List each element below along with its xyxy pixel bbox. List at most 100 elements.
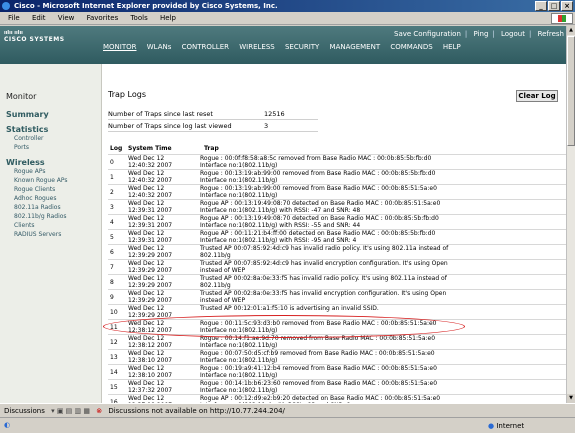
sidebar-item-adhoc-rogues[interactable]: Adhoc Rogues [14, 194, 102, 203]
page-viewport: ıılıı ıılıı CISCO SYSTEMS Save Configura… [0, 26, 566, 403]
minimize-button[interactable]: _ [535, 1, 547, 11]
summary-label: Number of Traps since log last viewed [108, 122, 232, 130]
window-title: Cisco - Microsoft Internet Explorer prov… [14, 2, 278, 10]
table-row: 0 Wed Dec 12 12:40:32 2007 Rogue : 00:0f:f8… [108, 154, 566, 169]
trap-message: Trusted AP 00:07:85:92:4d:c9 has invalid… [200, 260, 560, 274]
trap-message: Trusted AP 00:02:8a:0e:33:f5 has invalid… [200, 290, 560, 304]
trap-message: Rogue : 00:19:a9:41:12:b4 removed from B… [200, 365, 560, 379]
nav-management[interactable]: MANAGEMENT [330, 43, 381, 51]
clear-log-button[interactable]: Clear Log [516, 90, 558, 102]
nav-controller[interactable]: CONTROLLER [182, 43, 229, 51]
sidebar: Monitor Summary Statistics Controller Po… [0, 64, 102, 403]
vertical-scrollbar[interactable]: ▲ ▼ [566, 26, 575, 403]
ie-logo-icon [2, 2, 10, 10]
sidebar-item-rogue-clients[interactable]: Rogue Clients [14, 185, 102, 194]
table-row: 4 Wed Dec 12 12:39:31 2007 Rogue AP : 00:13… [108, 214, 566, 229]
summary-label: Number of Traps since last reset [108, 110, 213, 118]
log-number: 0 [110, 159, 114, 166]
trap-message: Trusted AP 00:07:85:92:4d:c9 has invalid… [200, 245, 560, 259]
trap-message: Rogue : 00:0f:f8:58:a8:5c removed from B… [200, 155, 560, 169]
system-time: Wed Dec 12 12:39:31 2007 [128, 230, 196, 244]
log-number: 3 [110, 204, 114, 211]
sidebar-item-ports[interactable]: Ports [14, 143, 102, 152]
nav-help[interactable]: HELP [443, 43, 461, 51]
logout-link[interactable]: Logout [501, 30, 525, 38]
discussions-tools-icon[interactable]: ▾ ▣ ▤ ▥ ▦ [51, 407, 90, 415]
sidebar-item-80211a-radios[interactable]: 802.11a Radios [14, 203, 102, 212]
system-time: Wed Dec 12 12:38:12 2007 [128, 335, 196, 349]
sidebar-item-summary[interactable]: Summary [6, 110, 102, 119]
title-bar: Cisco - Microsoft Internet Explorer prov… [0, 0, 575, 12]
menu-favorites[interactable]: Favorites [87, 14, 119, 22]
menu-tools[interactable]: Tools [130, 14, 147, 22]
nav-commands[interactable]: COMMANDS [390, 43, 432, 51]
menu-view[interactable]: View [58, 14, 75, 22]
trap-message: Trusted AP 00:12:01:a1:f5:10 is advertis… [200, 305, 560, 313]
discussions-button[interactable]: Discussions [4, 407, 45, 415]
refresh-link[interactable]: Refresh [538, 30, 564, 38]
log-number: 13 [110, 354, 118, 361]
page-done-icon: ◐ [4, 421, 11, 429]
log-number: 8 [110, 279, 114, 286]
system-time: Wed Dec 12 12:39:29 2007 [128, 245, 196, 259]
discussions-error-icon: ⊗ [96, 407, 103, 415]
close-button[interactable]: × [561, 1, 573, 11]
trap-log-table: Log System Time Trap 0 Wed Dec 12 12:40:32… [108, 144, 566, 403]
table-row: 2 Wed Dec 12 12:40:32 2007 Rogue : 00:13:19… [108, 184, 566, 199]
log-number: 14 [110, 369, 118, 376]
menu-edit[interactable]: Edit [32, 14, 46, 22]
trap-message: Rogue AP : 00:12:d9:e2:b9:20 detected on… [200, 395, 560, 403]
table-header: Log System Time Trap [108, 144, 566, 154]
maximize-button[interactable]: □ [548, 1, 560, 11]
system-time: Wed Dec 12 12:40:32 2007 [128, 155, 196, 169]
col-log: Log [110, 145, 123, 152]
system-time: Wed Dec 12 12:37:32 2007 [128, 380, 196, 394]
nav-monitor[interactable]: MONITOR [103, 43, 137, 51]
scroll-thumb[interactable] [567, 36, 575, 146]
sidebar-item-80211bg-radios[interactable]: 802.11b/g Radios [14, 212, 102, 221]
trap-message: Rogue : 00:07:50:d5:cf:b9 removed from B… [200, 350, 560, 364]
trap-message: Rogue AP : 00:11:21:b4:ff:00 detected on… [200, 230, 560, 244]
system-time: Wed Dec 12 12:40:32 2007 [128, 185, 196, 199]
table-body: 0 Wed Dec 12 12:40:32 2007 Rogue : 00:0f:f8… [108, 154, 566, 403]
log-number: 1 [110, 174, 114, 181]
table-row: 1 Wed Dec 12 12:40:32 2007 Rogue : 00:13:19… [108, 169, 566, 184]
system-time: Wed Dec 12 12:38:10 2007 [128, 365, 196, 379]
discussions-bar: Discussions ▾ ▣ ▤ ▥ ▦ ⊗ Discussions not … [0, 403, 575, 417]
log-number: 7 [110, 264, 114, 271]
nav-wireless[interactable]: WIRELESS [239, 43, 274, 51]
nav-wlans[interactable]: WLANs [147, 43, 172, 51]
log-number: 12 [110, 339, 118, 346]
table-row: 13 Wed Dec 12 12:38:10 2007 Rogue : 00:07:5… [108, 349, 566, 364]
main-content: Trap Logs Clear Log Number of Traps sinc… [104, 64, 566, 403]
table-row: 14 Wed Dec 12 12:38:10 2007 Rogue : 00:19:a… [108, 364, 566, 379]
table-row: 7 Wed Dec 12 12:39:29 2007 Trusted AP 00:07… [108, 259, 566, 274]
highlight-ellipse [103, 315, 465, 338]
sidebar-item-known-rogue-aps[interactable]: Known Rogue APs [14, 176, 102, 185]
table-row: 16Wed Dec 1212:37:18 2007Rogue AP : 00:1… [108, 394, 566, 403]
sidebar-item-rogue-aps[interactable]: Rogue APs [14, 167, 102, 176]
sidebar-item-statistics[interactable]: Statistics [6, 125, 102, 134]
save-configuration-link[interactable]: Save Configuration [394, 30, 461, 38]
ping-link[interactable]: Ping [474, 30, 489, 38]
summary-value: 12516 [264, 110, 285, 118]
sidebar-item-clients[interactable]: Clients [14, 221, 102, 230]
log-number: 2 [110, 189, 114, 196]
sidebar-title: Monitor [6, 92, 37, 101]
nav-security[interactable]: SECURITY [285, 43, 319, 51]
scroll-down-icon[interactable]: ▼ [567, 394, 575, 403]
sidebar-item-wireless[interactable]: Wireless [6, 158, 102, 167]
cisco-header: ıılıı ıılıı CISCO SYSTEMS Save Configura… [0, 26, 566, 64]
menu-help[interactable]: Help [160, 14, 176, 22]
sidebar-item-controller[interactable]: Controller [14, 134, 102, 143]
sidebar-item-radius-servers[interactable]: RADIUS Servers [14, 230, 102, 239]
trap-line: Trusted AP 00:12:01:a1:f5:10 is advertis… [200, 305, 379, 312]
top-links: Save Configuration | Ping | Logout | Refres… [394, 30, 564, 38]
summary-row: Number of Traps since last reset 12516 [108, 108, 318, 120]
table-row: 3 Wed Dec 12 12:39:31 2007 Rogue AP : 00:13… [108, 199, 566, 214]
scroll-up-icon[interactable]: ▲ [567, 26, 575, 35]
menu-file[interactable]: File [8, 14, 20, 22]
cisco-logo: ıılıı ıılıı CISCO SYSTEMS [4, 30, 65, 44]
zone-label: Internet [496, 422, 525, 430]
status-bar: ◐ ● Internet [0, 417, 575, 431]
